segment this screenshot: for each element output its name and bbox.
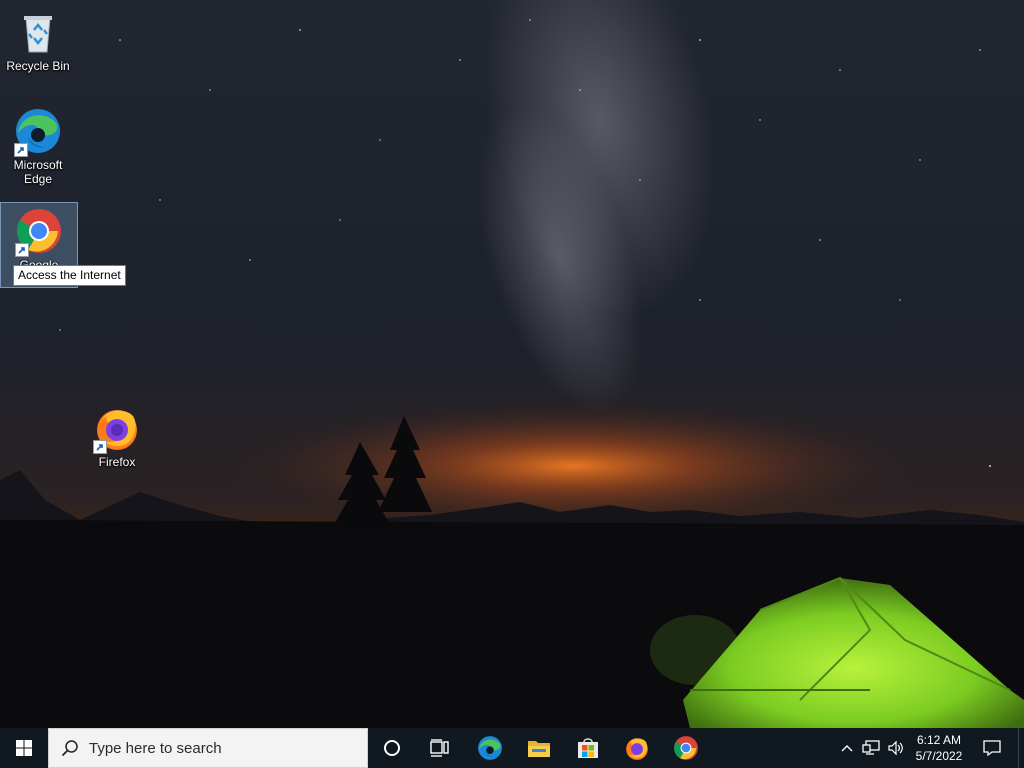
show-hidden-icons-button[interactable] [836,728,858,768]
cortana-button[interactable] [368,728,416,768]
chrome-icon [15,207,63,257]
windows-logo-icon [16,740,32,756]
taskbar-search-box[interactable]: Type here to search [48,728,368,768]
taskbar-chrome-button[interactable] [662,728,710,768]
search-placeholder: Type here to search [89,739,222,757]
action-center-button[interactable] [978,728,1006,768]
clock-date: 5/7/2022 [915,749,963,763]
task-view-button[interactable] [416,728,464,768]
taskbar: Type here to search 6:12 AM 5/7/2022 [0,728,1024,768]
edge-icon [14,107,62,157]
taskbar-edge-button[interactable] [466,728,514,768]
desktop-icon-recycle-bin[interactable]: Recycle Bin [0,4,76,73]
desktop-icon-label: Recycle Bin [6,59,70,73]
start-button[interactable] [0,728,48,768]
search-icon [61,739,79,757]
chrome-icon [673,735,699,761]
network-button[interactable] [858,728,884,768]
store-icon [576,736,600,760]
shortcut-arrow-icon [15,243,29,257]
clock-time: 6:12 AM [916,733,962,747]
clock-button[interactable]: 6:12 AM 5/7/2022 [908,728,970,768]
notification-icon [983,739,1001,757]
chevron-up-icon [841,743,853,753]
volume-icon [887,740,905,756]
tooltip: Access the Internet [13,265,126,286]
network-icon [862,740,880,756]
recycle-bin-icon [14,8,62,56]
volume-button[interactable] [884,728,908,768]
firefox-icon [624,735,650,761]
edge-icon [477,735,503,761]
shortcut-arrow-icon [93,440,107,454]
firefox-icon [93,404,141,454]
taskbar-store-button[interactable] [564,728,612,768]
folder-icon [527,738,551,758]
desktop-icon-label: Firefox [98,455,136,469]
show-desktop-button[interactable] [1018,728,1024,768]
cortana-circle-icon [383,739,401,757]
task-view-icon [430,739,450,757]
taskbar-firefox-button[interactable] [613,728,661,768]
desktop-wallpaper [0,0,1024,728]
shortcut-arrow-icon [14,143,28,157]
desktop-icon-firefox[interactable]: Firefox [79,400,155,469]
desktop-icon-microsoft-edge[interactable]: Microsoft Edge [0,103,76,186]
desktop-icon-label: Microsoft Edge [13,158,63,186]
taskbar-file-explorer-button[interactable] [515,728,563,768]
